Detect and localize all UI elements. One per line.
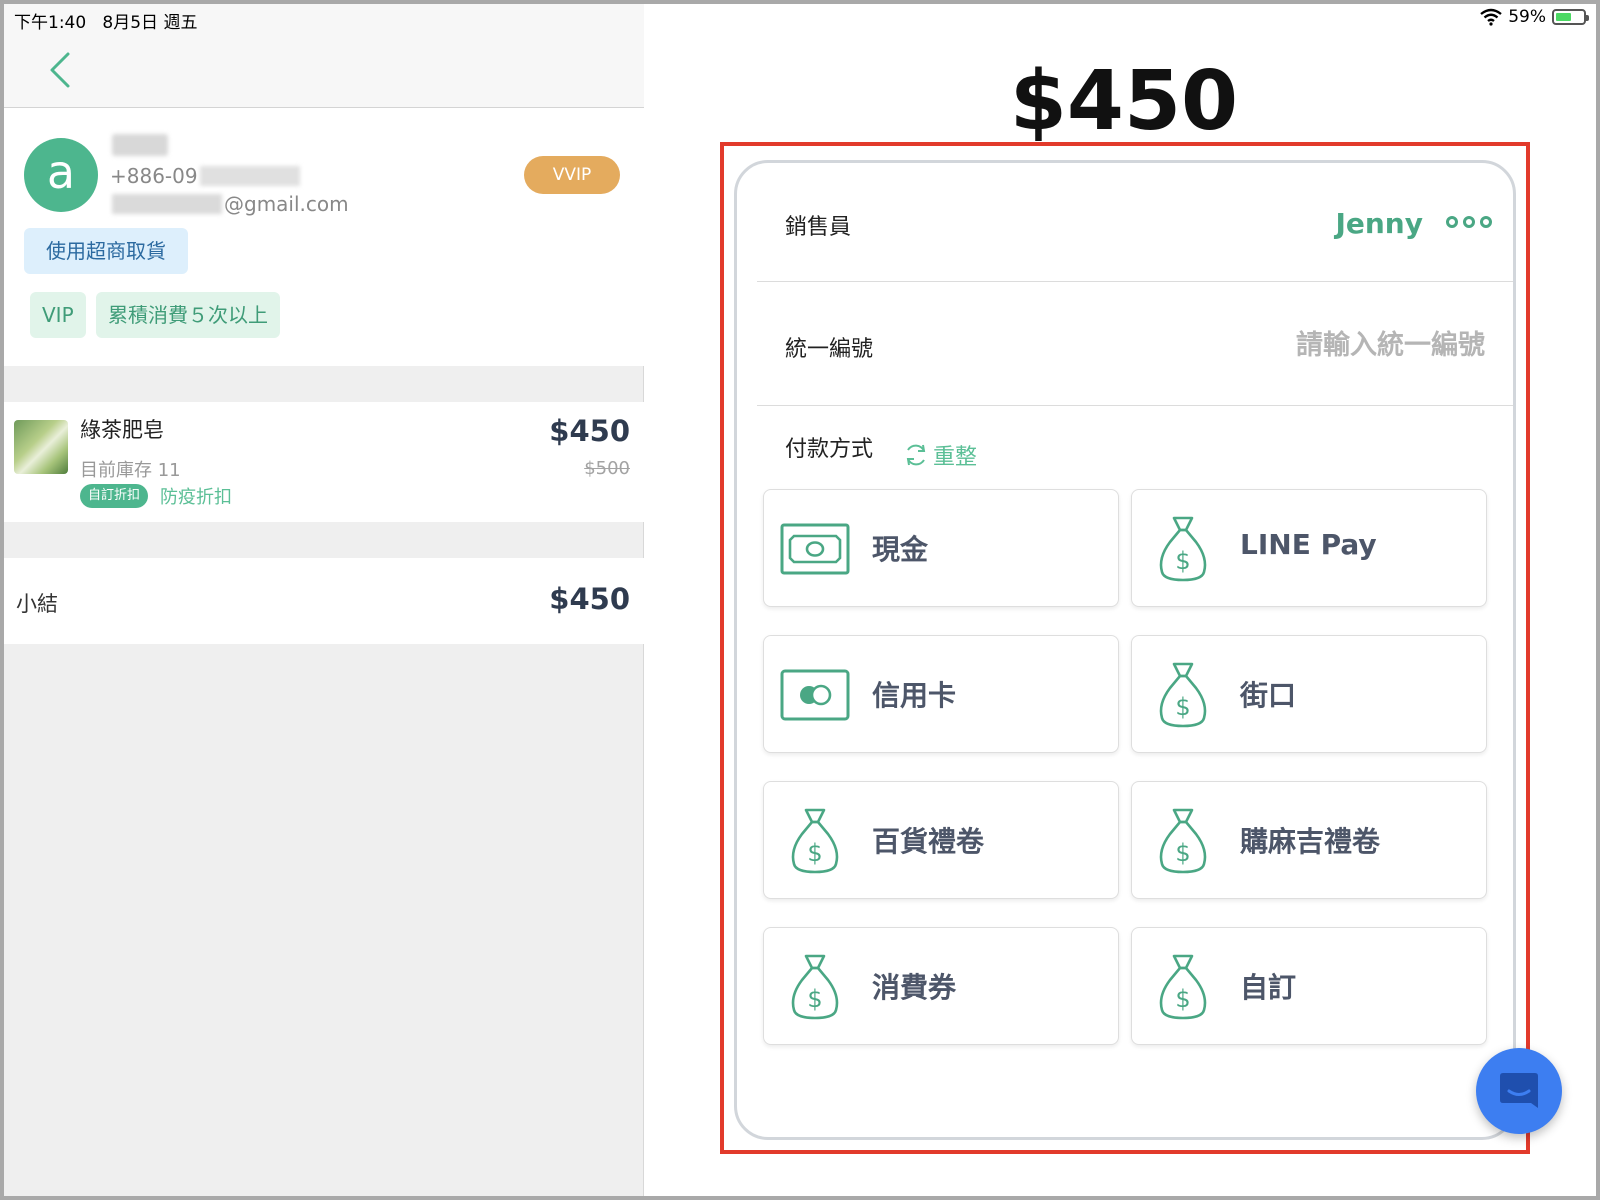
back-chevron-icon[interactable]	[44, 50, 76, 90]
subtotal-label: 小結	[16, 592, 58, 616]
total-amount: $450	[1009, 54, 1239, 149]
status-indicators: 59%	[1480, 7, 1589, 27]
avatar: a	[24, 138, 98, 212]
discount-name: 防疫折扣	[160, 487, 232, 508]
battery-percent: 59%	[1508, 7, 1546, 27]
app-window: a +886-09 @gmail.com VVIP 使用超商取貨 VIP 累積消…	[0, 0, 1600, 1200]
status-datetime: 下午1:40 8月5日 週五	[14, 8, 197, 33]
order-panel: a +886-09 @gmail.com VVIP 使用超商取貨 VIP 累積消…	[4, 4, 644, 1196]
discount-badge: 自訂折扣	[80, 484, 149, 508]
customer-email: @gmail.com	[224, 192, 349, 216]
customer-phone: +886-09	[110, 164, 198, 188]
highlight-annotation-box	[720, 142, 1530, 1154]
chat-button[interactable]	[1476, 1048, 1562, 1134]
battery-nub	[1586, 15, 1589, 21]
chat-icon	[1500, 1073, 1538, 1108]
tag-vip: VIP	[30, 292, 86, 338]
battery-icon	[1552, 9, 1589, 25]
pickup-tag[interactable]: 使用超商取貨	[24, 228, 188, 274]
customer-card[interactable]: a +886-09 @gmail.com VVIP 使用超商取貨 VIP 累積消…	[4, 108, 644, 366]
battery-level	[1556, 13, 1571, 21]
status-bar: 下午1:40 8月5日 週五 59%	[4, 4, 1596, 33]
product-price: $450	[549, 414, 630, 448]
vvip-badge: VVIP	[524, 156, 620, 194]
product-name: 綠茶肥皂	[80, 418, 164, 442]
customer-name-redacted	[112, 134, 168, 156]
subtotal-row: 小結 $450	[4, 558, 644, 644]
customer-email-redacted	[112, 194, 222, 214]
subtotal-value: $450	[549, 582, 630, 616]
status-time: 下午1:40	[14, 13, 87, 33]
product-stock: 目前庫存 11	[80, 460, 181, 481]
tag-loyal: 累積消費５次以上	[96, 292, 280, 338]
product-thumbnail	[14, 420, 68, 474]
status-date: 8月5日 週五	[102, 13, 198, 33]
customer-phone-redacted	[200, 166, 300, 186]
product-original-price: $500	[584, 458, 630, 479]
cart-item[interactable]: 綠茶肥皂 目前庫存 11 自訂折扣 防疫折扣 $450 $500	[4, 402, 644, 522]
wifi-icon	[1480, 8, 1502, 26]
